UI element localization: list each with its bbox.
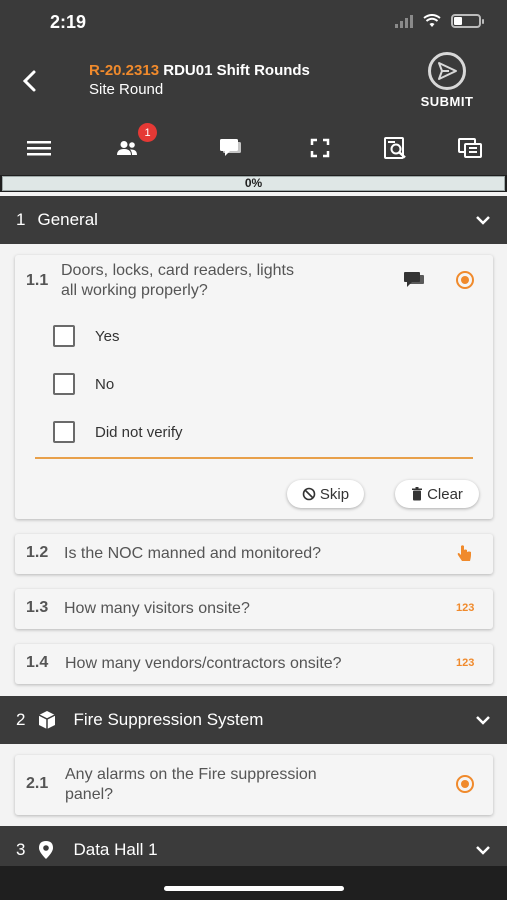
question-number: 1.4 bbox=[26, 654, 49, 671]
question-card-1-2[interactable]: 1.2 Is the NOC manned and monitored? bbox=[15, 534, 493, 574]
divider bbox=[35, 457, 473, 459]
question-card-1-1: 1.1 Doors, locks, card readers, lights a… bbox=[15, 255, 493, 519]
participants-icon[interactable] bbox=[112, 133, 142, 163]
question-card-1-4[interactable]: 1.4 How many vendors/contractors onsite?… bbox=[15, 644, 493, 684]
chevron-down-icon bbox=[476, 216, 490, 225]
document-search-icon[interactable] bbox=[381, 133, 411, 163]
checklist: 1 General 1.1 Doors, locks, card readers… bbox=[0, 192, 507, 866]
toolbar bbox=[0, 127, 507, 167]
location-pin-icon bbox=[39, 841, 54, 859]
question-text: How many vendors/contractors onsite? bbox=[65, 655, 342, 672]
question-text: Is the NOC manned and monitored? bbox=[64, 545, 322, 562]
copy-icon[interactable] bbox=[455, 133, 485, 163]
round-title: R-20.2313 RDU01 Shift Rounds Site Round bbox=[89, 62, 310, 98]
question-text-line: Doors, locks, card readers, lights bbox=[61, 262, 294, 279]
question-number: 1.3 bbox=[26, 599, 49, 616]
fullscreen-icon[interactable] bbox=[305, 133, 335, 163]
back-arrow-icon[interactable] bbox=[16, 66, 44, 96]
comments-icon[interactable] bbox=[216, 133, 246, 163]
skip-icon bbox=[302, 487, 316, 501]
comment-icon[interactable] bbox=[403, 271, 425, 289]
option-label: Yes bbox=[95, 327, 120, 345]
send-icon bbox=[428, 52, 466, 90]
question-text-line: panel? bbox=[65, 786, 114, 803]
radio-type-icon bbox=[456, 271, 474, 289]
number-type-icon: 123 bbox=[456, 602, 475, 614]
question-card-1-3[interactable]: 1.3 How many visitors onsite? 123 bbox=[15, 589, 493, 629]
progress-bar: 0% bbox=[2, 176, 505, 191]
chevron-down-icon bbox=[476, 846, 490, 855]
question-number: 1.2 bbox=[26, 544, 49, 561]
question-text: How many visitors onsite? bbox=[64, 600, 250, 617]
battery-icon bbox=[451, 14, 484, 28]
home-indicator[interactable] bbox=[164, 886, 344, 891]
question-text: Doors, locks, card readers, lights all w… bbox=[61, 261, 294, 301]
menu-icon[interactable] bbox=[24, 133, 54, 163]
radio-type-icon bbox=[456, 775, 474, 793]
cellular-signal-icon bbox=[395, 14, 413, 28]
trash-icon bbox=[412, 487, 423, 501]
participants-badge: 1 bbox=[138, 123, 157, 142]
number-type-icon: 123 bbox=[456, 657, 475, 669]
question-number: 1.1 bbox=[26, 272, 49, 289]
question-number: 2.1 bbox=[26, 775, 49, 792]
option-no[interactable]: No bbox=[53, 373, 114, 395]
section-number: 2 bbox=[16, 710, 26, 729]
section-header-general[interactable]: 1 General bbox=[0, 196, 507, 244]
option-did-not-verify[interactable]: Did not verify bbox=[53, 421, 183, 443]
cube-icon bbox=[39, 711, 56, 729]
section-title: General bbox=[37, 210, 98, 229]
option-label: No bbox=[95, 375, 115, 393]
checkbox[interactable] bbox=[53, 373, 75, 395]
section-title: Fire Suppression System bbox=[73, 710, 264, 729]
round-name: RDU01 Shift Rounds bbox=[163, 62, 310, 79]
round-id: R-20.2313 bbox=[89, 62, 160, 79]
app-header: 2:19 R-20.2313 RDU01 Shift Rounds Site R… bbox=[0, 0, 507, 175]
round-subtitle: Site Round bbox=[89, 81, 164, 98]
hand-pointer-icon bbox=[457, 545, 471, 561]
section-header-data-hall-1[interactable]: 3 Data Hall 1 bbox=[0, 826, 507, 866]
section-header-fire-suppression[interactable]: 2 Fire Suppression System bbox=[0, 696, 507, 744]
clear-label: Clear bbox=[427, 485, 463, 503]
question-text-line: Any alarms on the Fire suppression bbox=[65, 766, 317, 783]
question-card-2-1[interactable]: 2.1 Any alarms on the Fire suppression p… bbox=[15, 755, 493, 815]
skip-button[interactable]: Skip bbox=[287, 480, 364, 508]
section-title: Data Hall 1 bbox=[73, 840, 158, 859]
progress-label: 0% bbox=[244, 176, 263, 190]
submit-button[interactable]: SUBMIT bbox=[416, 52, 478, 109]
checkbox[interactable] bbox=[53, 421, 75, 443]
clear-button[interactable]: Clear bbox=[395, 480, 479, 508]
chevron-down-icon bbox=[476, 716, 490, 725]
section-number: 3 bbox=[16, 840, 26, 859]
question-text-line: all working properly? bbox=[61, 282, 208, 299]
question-text: Any alarms on the Fire suppression panel… bbox=[65, 765, 317, 805]
status-time: 2:19 bbox=[50, 12, 87, 32]
wifi-icon bbox=[423, 14, 441, 27]
submit-label: SUBMIT bbox=[420, 94, 474, 109]
skip-label: Skip bbox=[319, 485, 350, 503]
option-yes[interactable]: Yes bbox=[53, 325, 119, 347]
section-number: 1 bbox=[16, 210, 26, 229]
option-label: Did not verify bbox=[95, 423, 183, 441]
status-icons bbox=[395, 14, 484, 28]
checkbox[interactable] bbox=[53, 325, 75, 347]
